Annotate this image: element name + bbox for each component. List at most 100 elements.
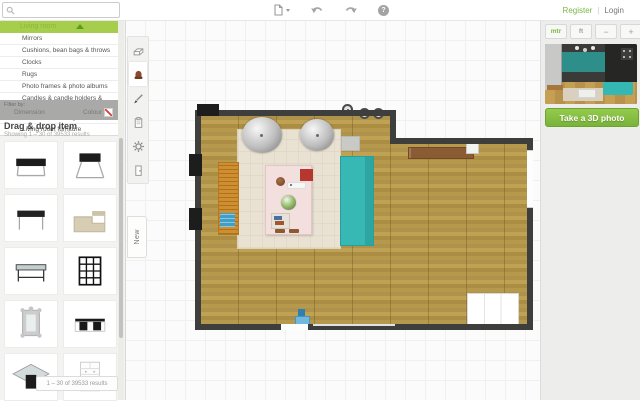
top-bar: ? Register | Login bbox=[0, 0, 640, 21]
new-document-button[interactable] bbox=[272, 2, 290, 18]
window-right[interactable] bbox=[527, 150, 533, 208]
search-input[interactable] bbox=[15, 4, 115, 16]
filter-colour[interactable]: Colour bbox=[83, 108, 113, 117]
preview-coffee-table bbox=[578, 89, 596, 98]
furniture-tool-button[interactable] bbox=[129, 62, 147, 86]
canvas-toolbar: ? bbox=[272, 0, 389, 20]
tray[interactable] bbox=[287, 182, 306, 189]
category-item-clocks[interactable]: Clocks bbox=[0, 56, 118, 68]
bowl[interactable] bbox=[276, 177, 285, 186]
preview-teal-wall bbox=[561, 52, 605, 72]
new-document-icon bbox=[272, 3, 284, 17]
pendant-lamp[interactable] bbox=[242, 117, 282, 153]
login-link[interactable]: Login bbox=[604, 6, 624, 15]
product-thumb-coffee-table-black[interactable] bbox=[4, 141, 58, 189]
product-thumb-cube-shelf-black[interactable] bbox=[63, 247, 117, 295]
register-link[interactable]: Register bbox=[563, 6, 593, 15]
product-thumb-ornate-mirror[interactable] bbox=[4, 300, 58, 348]
right-panel: mtr ft − + Take a 3D photo bbox=[540, 20, 640, 400]
armchair-icon bbox=[132, 68, 145, 81]
blue-towel[interactable] bbox=[220, 213, 235, 227]
review-tool-button[interactable] bbox=[129, 110, 147, 134]
preview-pendant-light bbox=[575, 46, 579, 50]
auth-separator: | bbox=[597, 6, 599, 15]
sidebar-scrollbar-thumb[interactable] bbox=[119, 138, 123, 338]
preview-pendant-light bbox=[591, 46, 595, 50]
floorplan-canvas bbox=[125, 20, 540, 400]
filter-colour-label: Colour bbox=[83, 109, 102, 116]
settings-tool-button[interactable] bbox=[129, 134, 147, 158]
unit-metric-button[interactable]: mtr bbox=[545, 24, 567, 39]
undo-icon bbox=[310, 5, 324, 15]
product-thumb-glass-coffee-table[interactable] bbox=[4, 247, 58, 295]
no-colour-swatch-icon bbox=[104, 108, 113, 117]
product-thumb-side-table-black[interactable] bbox=[63, 141, 117, 189]
window-bottom[interactable] bbox=[313, 324, 395, 326]
results-count: Showing 1 – 30 of 39533 results bbox=[4, 132, 90, 138]
wall-top-right[interactable] bbox=[390, 138, 533, 144]
room-3d-preview[interactable] bbox=[545, 44, 637, 104]
sofa-sketch-icon bbox=[132, 44, 145, 57]
new-room-tab[interactable]: New bbox=[127, 216, 147, 258]
paintbrush-icon bbox=[132, 92, 145, 105]
books-stack[interactable] bbox=[271, 213, 290, 229]
take-3d-photo-button[interactable]: Take a 3D photo bbox=[545, 108, 639, 127]
preview-bench bbox=[547, 85, 563, 90]
paint-tool-button[interactable] bbox=[129, 86, 147, 110]
globe[interactable] bbox=[281, 195, 296, 210]
product-thumb-storage-bench[interactable] bbox=[63, 300, 117, 348]
pendant-lamp[interactable] bbox=[300, 119, 334, 151]
zoom-in-button[interactable]: + bbox=[620, 24, 640, 39]
category-item-photo-frames[interactable]: Photo frames & photo albums bbox=[0, 80, 118, 92]
product-sidebar: Living room Mirrors Cushions, bean bags … bbox=[0, 20, 126, 400]
preview-pendant-light bbox=[583, 48, 587, 52]
clipboard-icon bbox=[132, 116, 145, 129]
category-item-mirrors[interactable]: Mirrors bbox=[0, 33, 118, 44]
search-icon bbox=[6, 6, 15, 15]
product-thumb-corner-sofa-beige[interactable] bbox=[63, 194, 117, 242]
book-red[interactable] bbox=[297, 169, 313, 181]
sideboard[interactable] bbox=[408, 147, 474, 159]
stool[interactable] bbox=[289, 229, 299, 233]
filter-dimension[interactable]: Dimension bbox=[14, 109, 45, 116]
white-table[interactable] bbox=[467, 293, 519, 325]
stool[interactable] bbox=[275, 229, 285, 233]
chevron-up-icon bbox=[76, 24, 84, 29]
window-left-2[interactable] bbox=[189, 208, 202, 230]
search-box[interactable] bbox=[2, 2, 120, 18]
results-pager[interactable]: 1 – 30 of 39533 results bbox=[36, 376, 118, 391]
preview-teal-sofa bbox=[603, 82, 633, 95]
preview-wall-frames bbox=[621, 48, 633, 60]
gear-icon bbox=[132, 140, 145, 153]
category-dropdown-label: Living room bbox=[20, 23, 56, 30]
unit-toggle-group: mtr ft − + bbox=[545, 24, 640, 39]
chevron-down-icon bbox=[286, 9, 290, 12]
category-dropdown-header[interactable]: Living room bbox=[0, 20, 118, 33]
filter-bar: Filter by: Dimension Colour bbox=[0, 100, 118, 120]
category-item-rugs[interactable]: Rugs bbox=[0, 68, 118, 80]
drag-drop-heading: Drag & drop item bbox=[4, 121, 77, 131]
undo-button[interactable] bbox=[310, 2, 324, 18]
editor-tool-strip bbox=[127, 36, 149, 184]
redo-button[interactable] bbox=[344, 2, 358, 18]
redo-icon bbox=[344, 5, 358, 15]
window-left-1[interactable] bbox=[189, 154, 202, 176]
help-button[interactable]: ? bbox=[378, 2, 389, 18]
product-thumb-console-table-black[interactable] bbox=[4, 194, 58, 242]
teal-sofa[interactable] bbox=[340, 156, 374, 246]
product-grid bbox=[2, 141, 120, 401]
wall-top-left[interactable] bbox=[195, 110, 396, 116]
door-icon bbox=[132, 164, 145, 177]
door-bottom[interactable] bbox=[281, 324, 308, 330]
window-top-left[interactable] bbox=[197, 104, 219, 116]
zoom-out-button[interactable]: − bbox=[595, 24, 617, 39]
unit-imperial-button[interactable]: ft bbox=[570, 24, 592, 39]
room-sketch-tool-button[interactable] bbox=[129, 38, 147, 62]
category-item-cushions[interactable]: Cushions, bean bags & throws bbox=[0, 44, 118, 56]
gray-cabinet[interactable] bbox=[341, 136, 360, 151]
new-room-tab-label: New bbox=[134, 229, 141, 245]
door-tool-button[interactable] bbox=[129, 158, 147, 182]
auth-links: Register | Login bbox=[563, 0, 624, 20]
pager-label: 1 – 30 of 39533 results bbox=[46, 381, 107, 387]
preview-wardrobe bbox=[545, 44, 562, 90]
